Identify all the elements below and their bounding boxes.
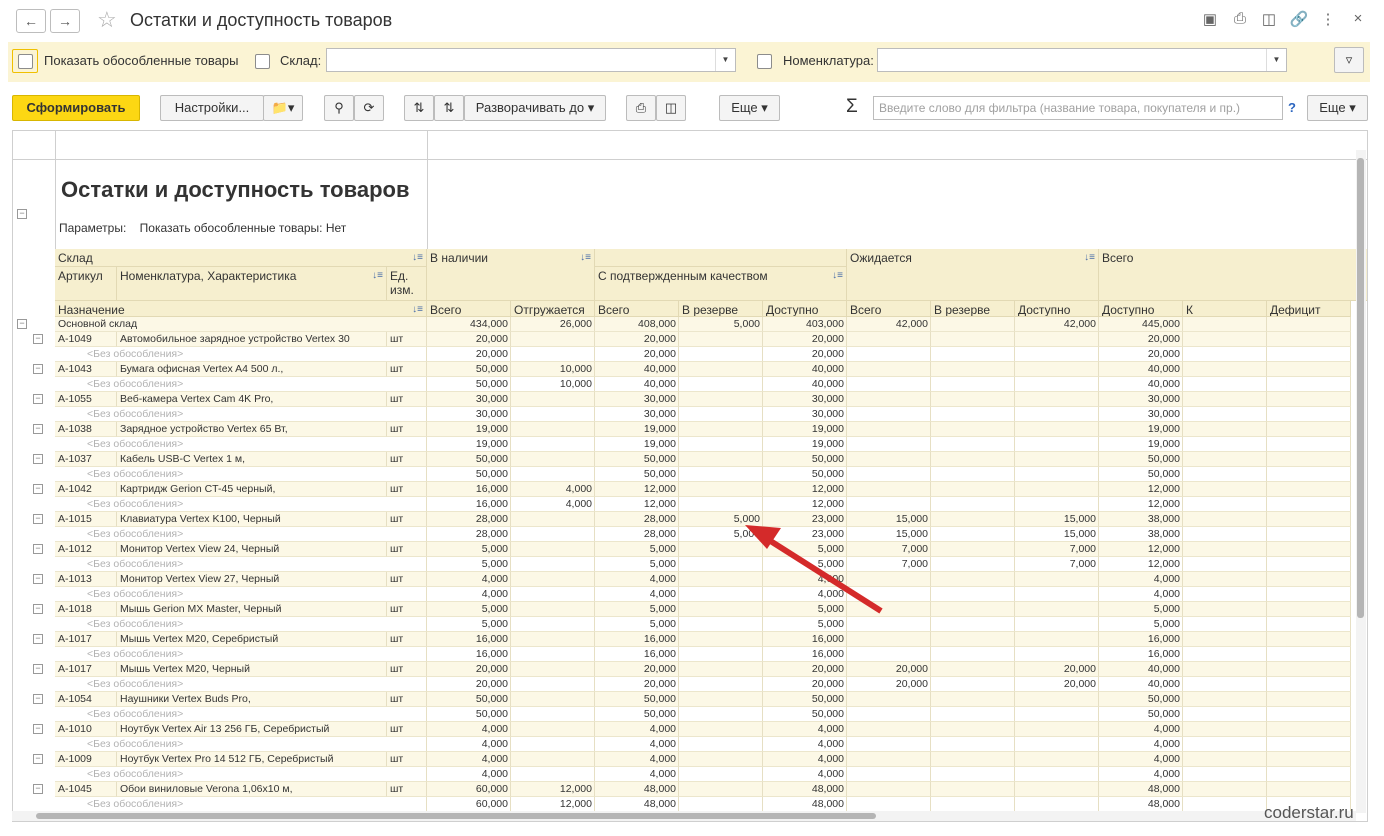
sort-asc-icon[interactable]: ⇅ <box>434 95 464 121</box>
filter-icon[interactable]: ▿ <box>1334 47 1364 73</box>
more-button-right[interactable]: Еще ▾ <box>1307 95 1368 121</box>
horizontal-scrollbar[interactable] <box>12 811 1356 821</box>
print-icon[interactable]: ⎙ <box>626 95 656 121</box>
forward-button[interactable]: → <box>50 9 80 33</box>
nomenclature-checkbox[interactable] <box>757 54 772 69</box>
show-isolated-label: Показать обособленные товары <box>44 53 239 68</box>
preview-icon[interactable]: ◫ <box>656 95 686 121</box>
vertical-scroll-thumb[interactable] <box>1357 158 1364 618</box>
preview-icon[interactable]: ◫ <box>1259 10 1279 28</box>
favorite-star-icon[interactable]: ☆ <box>97 7 117 33</box>
search-icon[interactable]: ⚲ <box>324 95 354 121</box>
window-titlebar: ← → ☆ Остатки и доступность товаров ▣ ⎙ … <box>0 0 1384 42</box>
variants-folder-icon[interactable]: 📁▾ <box>263 95 303 121</box>
show-isolated-checkbox[interactable] <box>18 54 33 69</box>
more-vertical-icon[interactable]: ⋮ <box>1318 10 1338 28</box>
watermark: coderstar.ru <box>1264 803 1354 822</box>
nomenclature-label: Номенклатура: <box>783 53 874 68</box>
chevron-down-icon[interactable]: ▼ <box>1266 49 1286 71</box>
sigma-icon[interactable]: Σ <box>846 96 858 118</box>
more-label: Еще <box>731 100 758 115</box>
link-icon[interactable]: 🔗 <box>1289 10 1309 28</box>
expand-to-button[interactable]: Разворачивать до ▾ <box>464 95 606 121</box>
settings-button[interactable]: Настройки... <box>160 95 264 121</box>
sort-desc-icon[interactable]: ⇅ <box>404 95 434 121</box>
back-button[interactable]: ← <box>16 9 46 33</box>
generate-button[interactable]: Сформировать <box>12 95 140 121</box>
close-icon[interactable]: × <box>1348 10 1368 27</box>
chevron-down-icon[interactable]: ▼ <box>715 49 735 71</box>
help-icon[interactable]: ? <box>1288 100 1296 115</box>
window-title: Остатки и доступность товаров <box>130 10 393 30</box>
print-icon[interactable]: ⎙ <box>1230 10 1250 27</box>
search-input[interactable]: Введите слово для фильтра (название това… <box>873 96 1283 120</box>
save-icon[interactable]: ▣ <box>1200 10 1220 28</box>
report-grid[interactable]: − Остатки и доступность товаров Параметр… <box>12 130 1368 822</box>
warehouse-label: Склад: <box>280 53 322 68</box>
vertical-scrollbar[interactable] <box>1356 150 1366 813</box>
arrow-shaft <box>759 532 883 614</box>
expand-to-label: Разворачивать до <box>475 100 585 115</box>
filter-bar: Показать обособленные товары Склад: ▼ Но… <box>8 42 1370 82</box>
nomenclature-field[interactable]: ▼ <box>877 48 1287 72</box>
warehouse-checkbox[interactable] <box>255 54 270 69</box>
more2-label: Еще <box>1319 100 1346 115</box>
warehouse-field[interactable]: ▼ <box>326 48 736 72</box>
more-button[interactable]: Еще ▾ <box>719 95 780 121</box>
horizontal-scroll-thumb[interactable] <box>36 813 876 819</box>
search-next-icon[interactable]: ⟳ <box>354 95 384 121</box>
annotation-arrow <box>745 525 883 614</box>
